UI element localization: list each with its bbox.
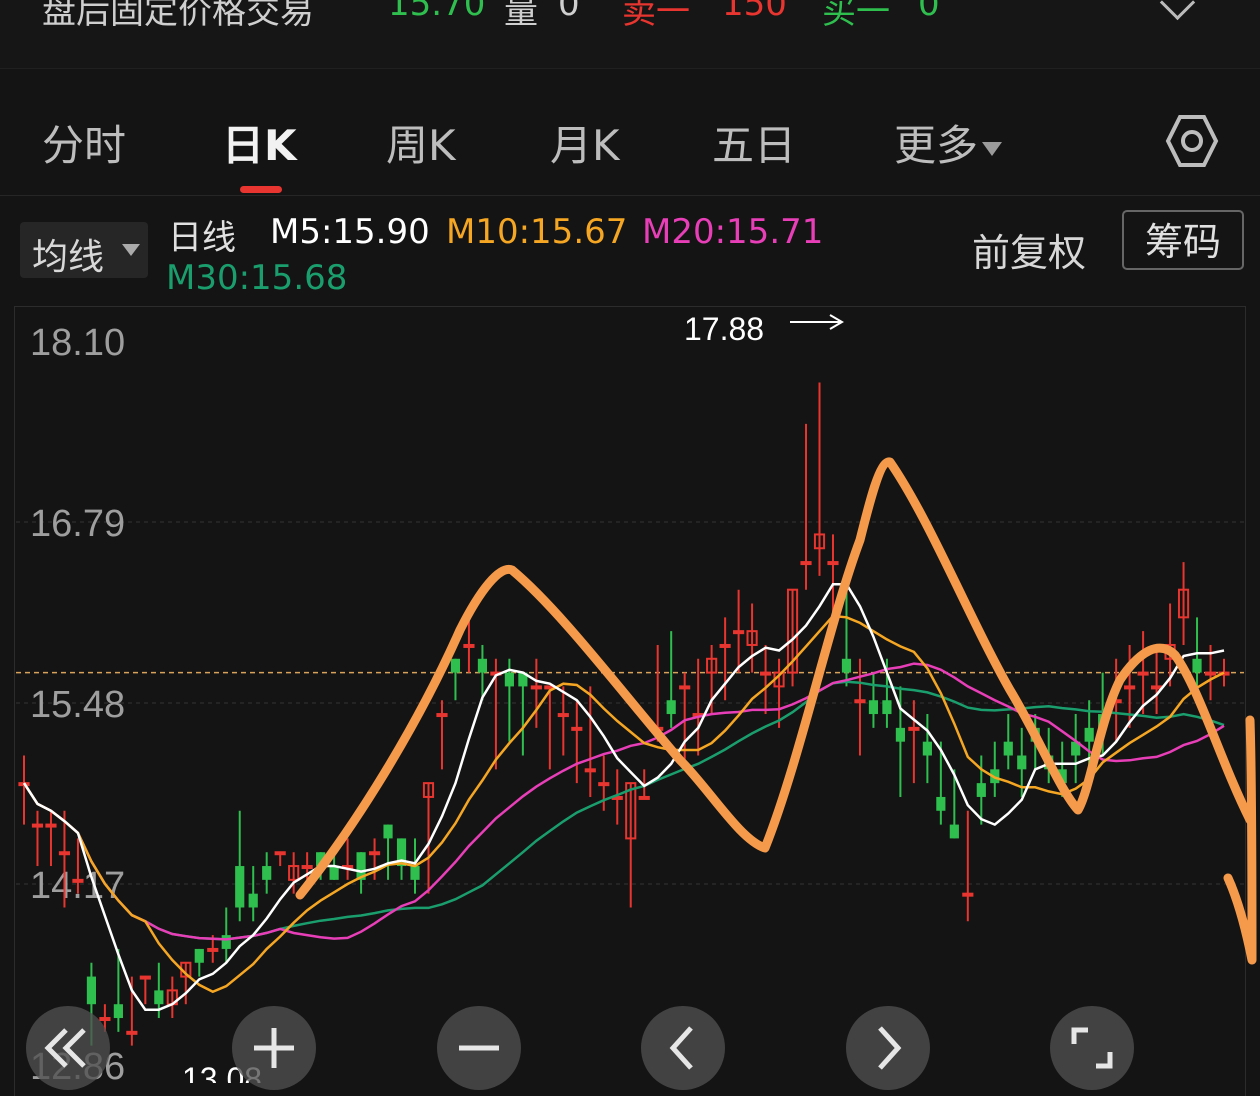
candle-body	[1192, 658, 1202, 673]
candle-body	[274, 851, 286, 856]
fullscreen-button[interactable]	[1050, 1006, 1134, 1090]
candle-body	[584, 768, 596, 773]
candle-body	[1204, 671, 1217, 676]
candle-body	[1124, 685, 1136, 690]
fullscreen-icon	[1071, 1027, 1113, 1069]
candle-body	[126, 1030, 138, 1035]
ma20-line	[22, 662, 1225, 941]
candle-body	[557, 713, 569, 718]
candle-body	[86, 976, 96, 1005]
candle-body	[854, 699, 866, 704]
next-button[interactable]	[846, 1006, 930, 1090]
high-price-label: 17.88	[684, 311, 764, 347]
candle-body	[154, 990, 164, 1005]
candle-body	[719, 643, 731, 648]
candle-body	[827, 561, 839, 566]
candle-body	[31, 823, 44, 828]
zoom-in-button[interactable]	[232, 1006, 316, 1090]
candle-body	[207, 947, 219, 952]
candle-body	[800, 561, 812, 566]
candle-body	[139, 975, 151, 980]
candle-body	[841, 658, 852, 673]
candle-body	[450, 658, 461, 673]
candle-body	[248, 893, 258, 908]
zoom-out-button[interactable]	[437, 1006, 521, 1090]
candle-body	[1003, 741, 1013, 756]
candle-body	[895, 727, 905, 742]
candle-body	[301, 865, 313, 870]
candle-body	[72, 878, 84, 883]
candle-body	[868, 700, 879, 715]
prev-icon	[669, 1026, 693, 1070]
candle-body	[733, 630, 745, 635]
candle-body	[1017, 755, 1027, 770]
candle-body	[679, 685, 691, 690]
candle-body	[1084, 727, 1094, 742]
candle-body	[262, 866, 272, 880]
candle-body	[571, 726, 583, 731]
candle-body	[113, 1004, 123, 1019]
candle-body	[463, 643, 475, 648]
candle-body	[936, 796, 946, 811]
candle-body	[410, 866, 420, 880]
candle-body	[1151, 685, 1163, 690]
trend-annotation-arrow	[1223, 715, 1257, 965]
y-tick-label: 15.48	[30, 684, 125, 726]
candle-body	[949, 824, 959, 839]
candle-body	[1137, 671, 1149, 676]
candle-body	[504, 672, 514, 687]
zoom-out-icon	[459, 1045, 499, 1051]
candle-body	[962, 892, 974, 897]
prev-button[interactable]	[641, 1006, 725, 1090]
candle-body	[598, 782, 610, 787]
candle-body	[976, 783, 986, 797]
candle-body	[666, 700, 676, 715]
next-icon	[878, 1026, 902, 1070]
ma5-line	[22, 582, 1225, 1011]
candle-body	[45, 823, 57, 828]
candle-body	[194, 948, 204, 963]
candle-body	[436, 713, 448, 718]
y-tick-label: 16.79	[30, 503, 125, 545]
kline-chart[interactable]: 18.1016.7915.4814.1712.8617.8813.08	[0, 0, 1260, 1083]
rewind-icon	[44, 1028, 86, 1068]
candle-body	[368, 851, 381, 856]
candle-body	[638, 795, 650, 800]
candle-body	[58, 851, 71, 856]
candle-body	[235, 866, 245, 908]
y-tick-label: 18.10	[30, 322, 125, 364]
candle-body	[882, 700, 892, 715]
candle-body	[530, 685, 542, 690]
candle-body	[221, 935, 231, 949]
candle-body	[477, 658, 488, 673]
zoom-in-icon	[254, 1028, 294, 1068]
rewind-button[interactable]	[26, 1006, 110, 1090]
candle-body	[908, 726, 920, 731]
candle-body	[329, 866, 339, 880]
candle-body	[383, 824, 393, 839]
candle-body	[759, 671, 772, 676]
candle-body	[922, 741, 932, 756]
